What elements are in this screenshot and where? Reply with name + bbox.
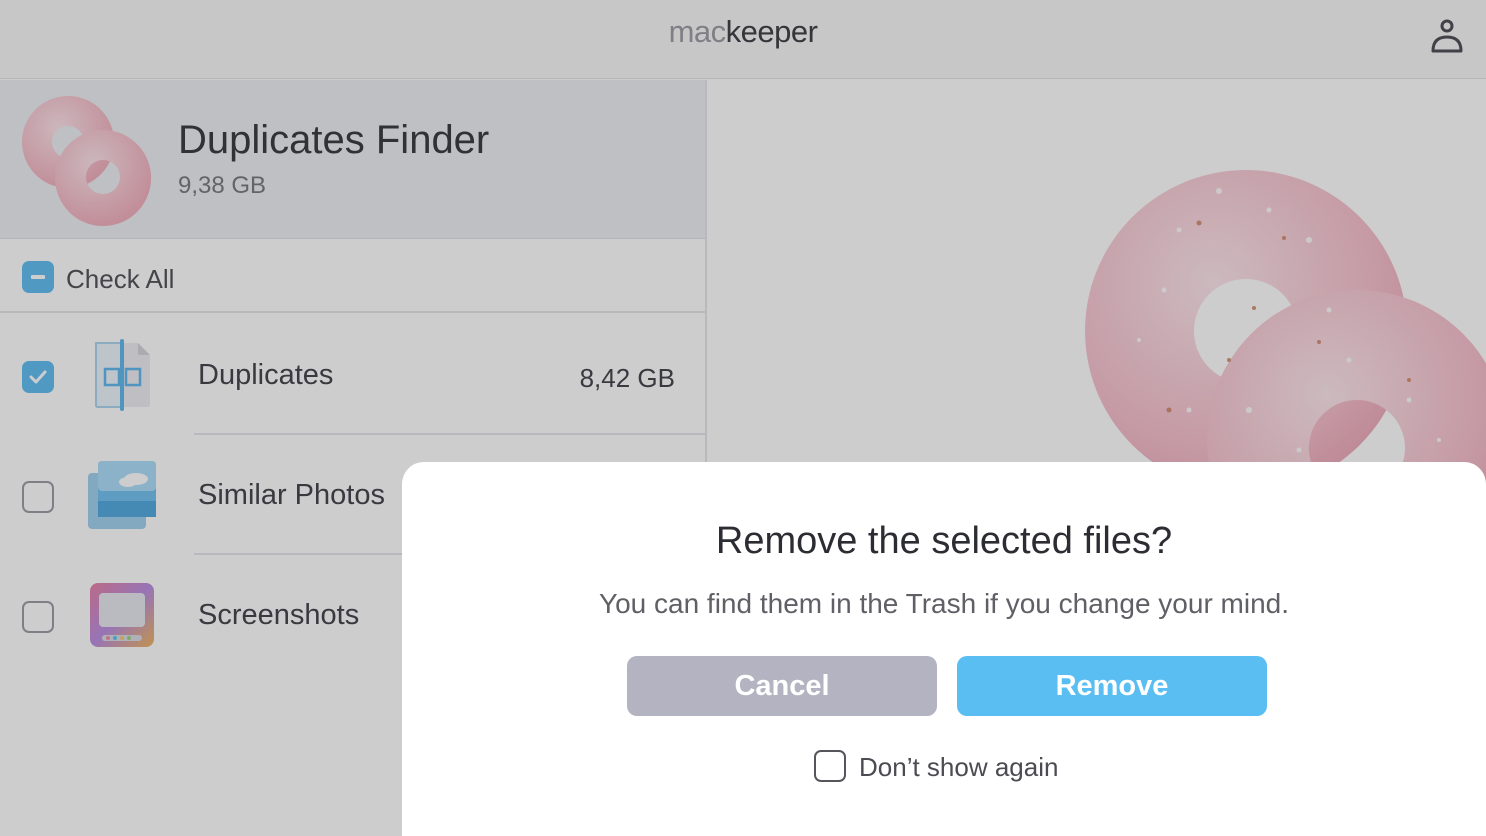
dont-show-again-checkbox[interactable] — [814, 750, 846, 782]
dont-show-again-label: Don’t show again — [859, 752, 1059, 782]
mackeeper-window: mackeeper Duplicates Finder 9,38 GB Chec… — [0, 0, 1486, 836]
dialog-title: Remove the selected files? — [715, 520, 1173, 562]
remove-button[interactable]: Remove — [957, 656, 1267, 716]
dont-show-again-option[interactable]: Don’t show again — [814, 748, 1114, 784]
cancel-button[interactable]: Cancel — [627, 656, 937, 716]
dialog-subtitle: You can find them in the Trash if you ch… — [598, 588, 1290, 619]
remove-confirm-dialog: Remove the selected files? You can find … — [402, 462, 1486, 836]
